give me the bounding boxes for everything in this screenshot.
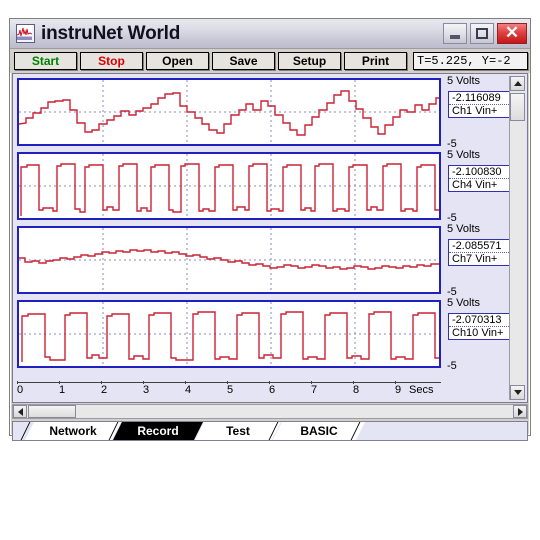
maximize-button[interactable] xyxy=(470,23,494,44)
vertical-scroll-thumb[interactable] xyxy=(510,93,525,121)
channel-readout-box-2[interactable]: -2.100830 Ch4 Vin+ xyxy=(448,165,512,192)
x-tick-2: 2 xyxy=(101,381,108,396)
horizontal-scroll-thumb[interactable] xyxy=(28,405,76,418)
window-title: instruNet World xyxy=(41,22,181,44)
window-controls: ✕ xyxy=(443,23,527,44)
channel-value-4: -2.070313 xyxy=(449,314,511,327)
print-button[interactable]: Print xyxy=(344,52,407,70)
channel-plot-2[interactable] xyxy=(17,152,441,220)
channel-readout-box-3[interactable]: -2.085571 Ch7 Vin+ xyxy=(448,239,512,266)
chevron-up-icon xyxy=(513,81,522,86)
x-tick-8: 8 xyxy=(353,381,360,396)
channel-name-2: Ch4 Vin+ xyxy=(452,179,498,191)
x-tick-label-7: 7 xyxy=(311,384,318,396)
channel-name-4: Ch10 Vin+ xyxy=(452,327,504,339)
x-tick-label-9: 9 xyxy=(395,384,402,396)
x-tick-label-4: 4 xyxy=(185,384,192,396)
minimize-button[interactable] xyxy=(443,23,467,44)
channel-info-1: 5 Volts -2.116089 Ch1 Vin+ -5 xyxy=(445,75,517,150)
scroll-down-button[interactable] xyxy=(510,385,525,400)
vertical-scrollbar[interactable] xyxy=(509,76,525,400)
y-axis-top-label-4: 5 Volts xyxy=(447,297,481,309)
x-tick-label-1: 1 xyxy=(59,384,66,396)
x-tick-0: 0 xyxy=(17,381,24,396)
y-axis-top-label-3: 5 Volts xyxy=(447,223,481,235)
scroll-left-button[interactable] xyxy=(13,405,27,418)
y-axis-top-label-1: 5 Volts xyxy=(447,75,481,87)
x-tick-label-3: 3 xyxy=(143,384,150,396)
open-button[interactable]: Open xyxy=(146,52,209,70)
x-axis-unit-label: Secs xyxy=(409,384,434,396)
minimize-icon xyxy=(450,35,460,39)
channel-name-1: Ch1 Vin+ xyxy=(452,105,498,117)
stop-button[interactable]: Stop xyxy=(80,52,143,70)
channel-readout-box-1[interactable]: -2.116089 Ch1 Vin+ xyxy=(448,91,512,118)
tab-test[interactable]: Test xyxy=(195,422,281,440)
cursor-readout: T=5.225, Y=-2 xyxy=(413,52,528,70)
close-button[interactable]: ✕ xyxy=(497,23,527,44)
x-tick-label-0: 0 xyxy=(17,384,24,396)
x-tick-5: 5 xyxy=(227,381,234,396)
x-tick-4: 4 xyxy=(185,381,192,396)
x-tick-1: 1 xyxy=(59,381,66,396)
scroll-up-button[interactable] xyxy=(510,76,525,91)
chevron-left-icon xyxy=(17,407,23,416)
waveform-plot-area: 5 Volts -2.116089 Ch1 Vin+ -5 5 Volts -2… xyxy=(12,73,528,403)
horizontal-scrollbar[interactable] xyxy=(12,404,528,419)
start-button[interactable]: Start xyxy=(14,52,77,70)
setup-button[interactable]: Setup xyxy=(278,52,341,70)
title-bar[interactable]: instruNet World ✕ xyxy=(10,19,530,49)
tab-record[interactable]: Record xyxy=(113,422,203,440)
chevron-right-icon xyxy=(517,407,523,416)
channel-value-3: -2.085571 xyxy=(449,240,511,253)
channel-plot-1[interactable] xyxy=(17,78,441,146)
channel-name-3: Ch7 Vin+ xyxy=(452,253,498,265)
close-icon: ✕ xyxy=(504,23,520,42)
x-axis: 0 1 2 3 4 5 6 7 8 9 Secs xyxy=(17,381,441,399)
x-tick-7: 7 xyxy=(311,381,318,396)
channel-info-4: 5 Volts -2.070313 Ch10 Vin+ -5 xyxy=(445,297,517,372)
channel-plot-4[interactable] xyxy=(17,300,441,368)
instrunet-world-window: instruNet World ✕ Start Stop Open Save S… xyxy=(9,18,531,441)
channel-plot-3[interactable] xyxy=(17,226,441,294)
channel-value-2: -2.100830 xyxy=(449,166,511,179)
channel-info-2: 5 Volts -2.100830 Ch4 Vin+ -5 xyxy=(445,149,517,224)
tab-network[interactable]: Network xyxy=(25,422,121,440)
channel-info-3: 5 Volts -2.085571 Ch7 Vin+ -5 xyxy=(445,223,517,298)
channel-readout-box-4[interactable]: -2.070313 Ch10 Vin+ xyxy=(448,313,512,340)
y-axis-bottom-label-4: -5 xyxy=(447,360,457,372)
save-button[interactable]: Save xyxy=(212,52,275,70)
x-tick-label-5: 5 xyxy=(227,384,234,396)
channel-value-1: -2.116089 xyxy=(449,92,511,105)
x-tick-label-2: 2 xyxy=(101,384,108,396)
chevron-down-icon xyxy=(513,390,522,395)
tab-strip: Network Record Test BASIC xyxy=(12,421,528,441)
waveform-app-icon xyxy=(16,24,35,43)
maximize-icon xyxy=(476,28,488,39)
y-axis-top-label-2: 5 Volts xyxy=(447,149,481,161)
x-tick-label-6: 6 xyxy=(269,384,276,396)
x-tick-label-8: 8 xyxy=(353,384,360,396)
x-tick-3: 3 xyxy=(143,381,150,396)
toolbar: Start Stop Open Save Setup Print T=5.225… xyxy=(10,49,530,73)
scroll-right-button[interactable] xyxy=(513,405,527,418)
x-tick-6: 6 xyxy=(269,381,276,396)
x-tick-9: 9 xyxy=(395,381,402,396)
